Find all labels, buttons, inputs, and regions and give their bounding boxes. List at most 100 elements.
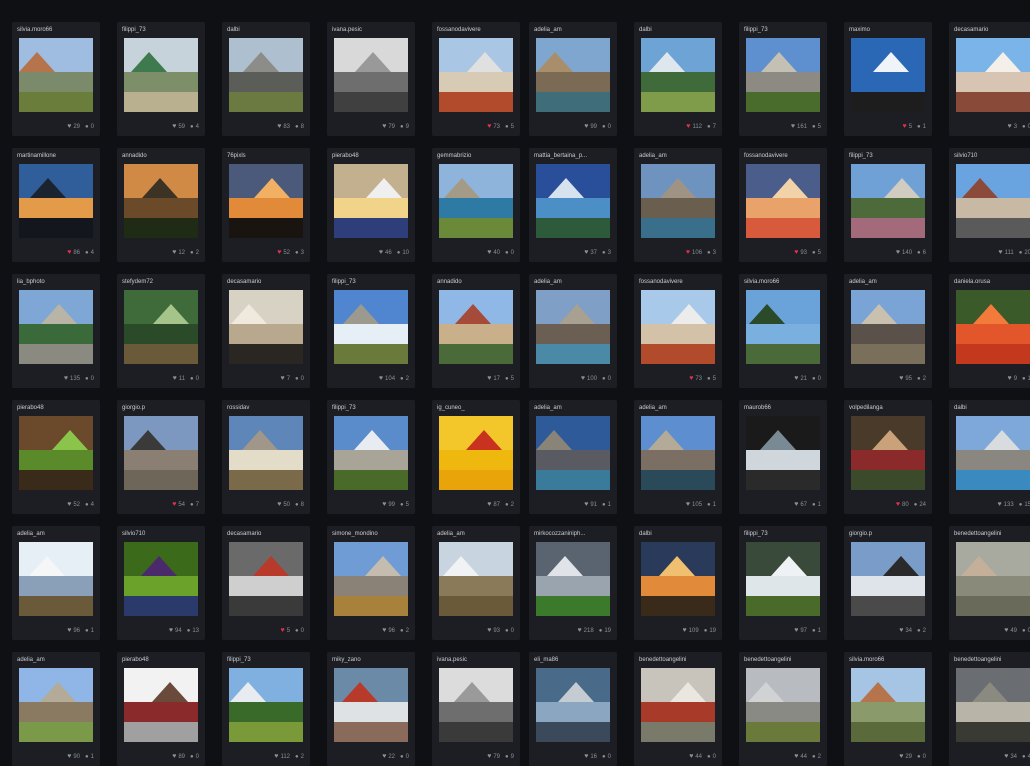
photo-card[interactable]: adelia_am ♥ 96 ● 1 xyxy=(12,526,100,640)
comment-icon[interactable]: ● xyxy=(85,375,89,383)
photo-username[interactable]: adelia_am xyxy=(437,530,516,539)
photo-card[interactable]: dalbi ♥ 83 ● 8 xyxy=(222,22,310,136)
photo-card[interactable]: dalbi ♥ 133 ● 15 xyxy=(949,400,1030,514)
comment-icon[interactable]: ● xyxy=(400,501,404,509)
photo-card[interactable]: adelia_am ♥ 105 ● 1 xyxy=(634,400,722,514)
photo-thumbnail[interactable] xyxy=(439,38,513,112)
heart-icon[interactable]: ♥ xyxy=(487,123,491,131)
photo-card[interactable]: ivana.pesic ♥ 79 ● 9 xyxy=(327,22,415,136)
photo-thumbnail[interactable] xyxy=(229,38,303,112)
photo-card[interactable]: rossidav ♥ 50 ● 8 xyxy=(222,400,310,514)
heart-icon[interactable]: ♥ xyxy=(67,627,71,635)
heart-icon[interactable]: ♥ xyxy=(277,501,281,509)
photo-username[interactable]: eli_ma86 xyxy=(534,656,613,665)
photo-thumbnail[interactable] xyxy=(851,290,925,364)
photo-thumbnail[interactable] xyxy=(956,38,1030,112)
photo-username[interactable]: annadido xyxy=(122,152,201,161)
photo-thumbnail[interactable] xyxy=(536,542,610,616)
photo-username[interactable]: pierabo48 xyxy=(332,152,411,161)
photo-username[interactable]: adelia_am xyxy=(849,278,928,287)
heart-icon[interactable]: ♥ xyxy=(1004,627,1008,635)
photo-thumbnail[interactable] xyxy=(124,164,198,238)
comment-icon[interactable]: ● xyxy=(704,627,708,635)
photo-username[interactable]: gemmabrizio xyxy=(437,152,516,161)
photo-card[interactable]: adelia_am ♥ 90 ● 1 xyxy=(12,652,100,766)
photo-username[interactable]: mirkocozzaniniph... xyxy=(534,530,613,539)
photo-card[interactable]: filippi_73 ♥ 104 ● 2 xyxy=(327,274,415,388)
comment-icon[interactable]: ● xyxy=(295,627,299,635)
photo-card[interactable]: filippi_73 ♥ 59 ● 4 xyxy=(117,22,205,136)
photo-username[interactable]: ig_cuneo_ xyxy=(437,404,516,413)
heart-icon[interactable]: ♥ xyxy=(67,123,71,131)
photo-card[interactable]: eli_ma86 ♥ 16 ● 0 xyxy=(529,652,617,766)
comment-icon[interactable]: ● xyxy=(505,627,509,635)
comment-icon[interactable]: ● xyxy=(187,627,191,635)
photo-username[interactable]: rossidav xyxy=(227,404,306,413)
photo-thumbnail[interactable] xyxy=(19,290,93,364)
comment-icon[interactable]: ● xyxy=(707,249,711,257)
photo-thumbnail[interactable] xyxy=(956,290,1030,364)
photo-card[interactable]: ig_cuneo_ ♥ 87 ● 2 xyxy=(432,400,520,514)
photo-card[interactable]: giorgio.p ♥ 34 ● 2 xyxy=(844,526,932,640)
heart-icon[interactable]: ♥ xyxy=(578,627,582,635)
photo-thumbnail[interactable] xyxy=(746,164,820,238)
heart-icon[interactable]: ♥ xyxy=(1008,375,1012,383)
photo-thumbnail[interactable] xyxy=(334,668,408,742)
photo-username[interactable]: adelia_am xyxy=(639,152,718,161)
comment-icon[interactable]: ● xyxy=(812,249,816,257)
photo-thumbnail[interactable] xyxy=(229,542,303,616)
photo-username[interactable]: filippi_73 xyxy=(332,278,411,287)
photo-card[interactable]: benedettoangelini ♥ 44 ● 0 xyxy=(634,652,722,766)
photo-card[interactable]: miky_zano ♥ 22 ● 0 xyxy=(327,652,415,766)
heart-icon[interactable]: ♥ xyxy=(172,501,176,509)
comment-icon[interactable]: ● xyxy=(295,501,299,509)
photo-card[interactable]: silvio710 ♥ 94 ● 13 xyxy=(117,526,205,640)
heart-icon[interactable]: ♥ xyxy=(67,753,71,761)
photo-card[interactable]: decasamario ♥ 3 ● 0 xyxy=(949,22,1030,136)
comment-icon[interactable]: ● xyxy=(707,753,711,761)
photo-thumbnail[interactable] xyxy=(536,290,610,364)
heart-icon[interactable]: ♥ xyxy=(67,249,71,257)
comment-icon[interactable]: ● xyxy=(85,123,89,131)
comment-icon[interactable]: ● xyxy=(812,375,816,383)
photo-thumbnail[interactable] xyxy=(439,668,513,742)
photo-thumbnail[interactable] xyxy=(536,38,610,112)
comment-icon[interactable]: ● xyxy=(505,249,509,257)
comment-icon[interactable]: ● xyxy=(505,375,509,383)
comment-icon[interactable]: ● xyxy=(707,375,711,383)
photo-username[interactable]: adelia_am xyxy=(534,404,613,413)
photo-thumbnail[interactable] xyxy=(851,164,925,238)
photo-thumbnail[interactable] xyxy=(956,668,1030,742)
heart-icon[interactable]: ♥ xyxy=(172,249,176,257)
comment-icon[interactable]: ● xyxy=(602,375,606,383)
photo-username[interactable]: ivana.pesic xyxy=(332,26,411,35)
photo-card[interactable]: adelia_am ♥ 100 ● 0 xyxy=(529,274,617,388)
photo-thumbnail[interactable] xyxy=(334,416,408,490)
photo-card[interactable]: filippi_73 ♥ 99 ● 5 xyxy=(327,400,415,514)
photo-username[interactable]: maurob66 xyxy=(744,404,823,413)
heart-icon[interactable]: ♥ xyxy=(281,627,285,635)
photo-card[interactable]: dalbi ♥ 112 ● 7 xyxy=(634,22,722,136)
heart-icon[interactable]: ♥ xyxy=(277,123,281,131)
heart-icon[interactable]: ♥ xyxy=(172,753,176,761)
heart-icon[interactable]: ♥ xyxy=(581,375,585,383)
photo-username[interactable]: adelia_am xyxy=(17,530,96,539)
heart-icon[interactable]: ♥ xyxy=(584,123,588,131)
comment-icon[interactable]: ● xyxy=(602,123,606,131)
heart-icon[interactable]: ♥ xyxy=(794,375,798,383)
comment-icon[interactable]: ● xyxy=(812,123,816,131)
comment-icon[interactable]: ● xyxy=(85,249,89,257)
photo-card[interactable]: filippi_73 ♥ 97 ● 1 xyxy=(739,526,827,640)
photo-card[interactable]: silvia.moro66 ♥ 29 ● 0 xyxy=(12,22,100,136)
heart-icon[interactable]: ♥ xyxy=(487,375,491,383)
photo-card[interactable]: gemmabrizio ♥ 40 ● 0 xyxy=(432,148,520,262)
photo-thumbnail[interactable] xyxy=(851,416,925,490)
heart-icon[interactable]: ♥ xyxy=(689,375,693,383)
photo-username[interactable]: filippi_73 xyxy=(227,656,306,665)
photo-thumbnail[interactable] xyxy=(851,668,925,742)
heart-icon[interactable]: ♥ xyxy=(584,753,588,761)
photo-username[interactable]: filippi_73 xyxy=(744,530,823,539)
heart-icon[interactable]: ♥ xyxy=(794,753,798,761)
heart-icon[interactable]: ♥ xyxy=(998,249,1002,257)
photo-thumbnail[interactable] xyxy=(229,290,303,364)
